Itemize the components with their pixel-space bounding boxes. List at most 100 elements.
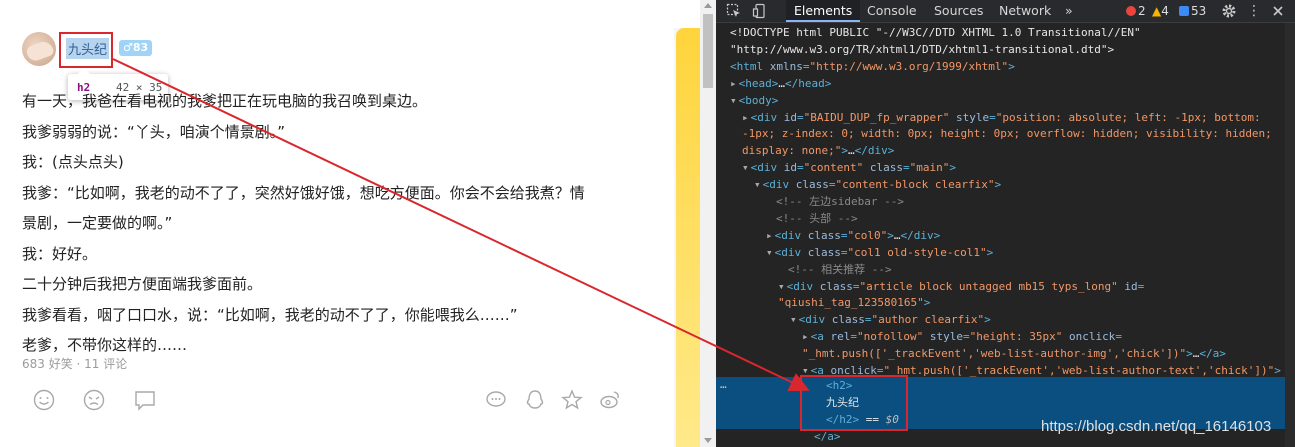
content-line: 我爹看看，咽了口口水，说：“比如啊，我老的动不了了，你能喂我么……” — [22, 305, 518, 324]
dom-token: "qiushi_tag_123580165" — [778, 296, 924, 310]
dom-token: id — [1117, 279, 1138, 293]
dom-token: </div> — [900, 228, 941, 242]
tab-network[interactable]: Network — [991, 0, 1059, 22]
dom-token: <a — [810, 330, 831, 344]
devtools-scrollbar[interactable] — [1285, 23, 1295, 447]
dom-tree-line[interactable]: "http://www.w3.org/TR/xhtml1/DTD/xhtml1-… — [730, 42, 1114, 59]
tab-sources[interactable]: Sources — [926, 0, 991, 22]
tab-elements[interactable]: Elements — [786, 0, 861, 22]
dom-tree-line[interactable]: ▾ <div id="content" class="main"> — [742, 160, 956, 177]
device-toolbar-icon[interactable] — [752, 3, 768, 19]
dom-token: id — [783, 110, 797, 124]
dom-tree-line[interactable]: <!DOCTYPE html PUBLIC "-//W3C//DTD XHTML… — [730, 25, 1141, 42]
avatar-hand-image — [25, 39, 55, 63]
dom-token: "content-block clearfix" — [835, 178, 995, 192]
scroll-down-arrow-icon[interactable] — [704, 438, 712, 443]
dom-token: <html — [730, 59, 770, 73]
dom-tree-line[interactable]: ▸ <a rel="nofollow" style="height: 35px" … — [802, 329, 1122, 346]
comment-icon[interactable] — [134, 389, 156, 411]
dom-tree-line[interactable]: <!-- 头部 --> — [776, 211, 858, 228]
scroll-up-arrow-icon[interactable] — [704, 3, 712, 8]
expand-toggle-icon[interactable]: ▾ — [790, 313, 797, 326]
expand-toggle-icon[interactable]: ▾ — [766, 246, 773, 259]
settings-gear-icon[interactable] — [1221, 3, 1237, 19]
dom-token: "article block untagged mb15 typs_long" — [859, 279, 1118, 293]
smile-icon[interactable] — [33, 389, 55, 411]
dom-tree-line[interactable]: "_hmt.push(['_trackEvent','web-list-auth… — [802, 346, 1226, 363]
author-avatar[interactable] — [22, 32, 56, 66]
chat-icon[interactable] — [485, 389, 507, 411]
content-line: 有一天，我爸在看电视的我爹把正在玩电脑的我召唤到桌边。 — [22, 92, 428, 110]
dom-tree-line[interactable]: ▾ <div class="author clearfix"> — [790, 312, 991, 329]
dom-token: > — [1274, 364, 1281, 377]
dom-token: <div — [798, 313, 832, 327]
dom-tree-line[interactable]: ▾ <div class="col1 old-style-col1"> — [766, 245, 993, 262]
dom-tree-line[interactable]: ▸ <head>…</head> — [730, 76, 831, 93]
tab-console[interactable]: Console — [859, 0, 925, 22]
dom-tree-line[interactable]: "qiushi_tag_123580165"> — [778, 295, 930, 312]
dom-token: "content" — [803, 161, 864, 175]
scroll-thumb[interactable] — [703, 14, 713, 88]
expand-toggle-icon[interactable]: ▾ — [754, 178, 761, 191]
dom-token: </a> — [1199, 347, 1226, 361]
expand-toggle-icon[interactable]: ▸ — [742, 111, 749, 124]
expand-toggle-icon[interactable]: ▾ — [742, 161, 749, 174]
content-line: 我爹：“比如啊，我老的动不了了，突然好饿好饿，想吃方便面。你会不会给我煮？情 — [22, 183, 585, 202]
dom-token: style — [923, 330, 963, 344]
dom-token: = — [852, 279, 860, 293]
dom-token: <!DOCTYPE html PUBLIC "-//W3C//DTD XHTML… — [730, 26, 1141, 39]
dom-tree-line[interactable]: ▾ <div class="article block untagged mb15… — [778, 279, 1144, 296]
dom-token: > — [841, 144, 848, 158]
annotation-box-h2-node — [800, 375, 908, 431]
dom-token: class — [819, 279, 853, 293]
dom-token: rel — [830, 330, 851, 344]
dom-tree-line[interactable]: <html xmlns="http://www.w3.org/1999/xhtm… — [730, 59, 1015, 76]
sidebar-ad — [674, 28, 700, 447]
expand-toggle-icon[interactable]: ▾ — [730, 94, 737, 107]
dom-token: <head> — [738, 76, 779, 90]
qq-icon[interactable] — [524, 389, 546, 411]
expand-toggle-icon[interactable]: ▸ — [802, 330, 809, 343]
dom-tree-line[interactable]: ▾ <body> — [730, 93, 778, 110]
message-icon — [1179, 6, 1189, 16]
dom-token: <div — [750, 161, 784, 175]
expand-toggle-icon[interactable]: ▸ — [766, 229, 773, 242]
dom-token: style — [949, 110, 990, 124]
more-tabs-button[interactable]: » — [1057, 0, 1081, 22]
expand-toggle-icon[interactable]: ▸ — [730, 77, 737, 90]
inspect-element-icon[interactable] — [726, 3, 742, 19]
error-count[interactable]: 2 — [1126, 3, 1146, 19]
dom-token: > — [887, 228, 894, 242]
warning-count[interactable]: ▲4 — [1152, 3, 1169, 19]
annotation-box-author — [59, 32, 113, 68]
weibo-icon[interactable] — [599, 389, 621, 411]
dom-token: = — [1137, 279, 1145, 293]
dom-tree-line[interactable]: -1px; z-index: 0; width: 0px; height: 0p… — [742, 126, 1272, 143]
page-scrollbar[interactable] — [700, 0, 716, 447]
dom-tree-line[interactable]: <!-- 相关推荐 --> — [788, 262, 892, 279]
dom-token: > — [923, 296, 931, 310]
dom-token: id — [783, 161, 797, 175]
sad-icon[interactable] — [83, 389, 105, 411]
content-line: 我：(点头点头) — [22, 153, 124, 171]
dom-token: = — [989, 110, 996, 124]
message-count[interactable]: 53 — [1179, 3, 1206, 19]
dom-tree-line[interactable]: <!-- 左边sidebar --> — [776, 194, 904, 211]
dom-tree-line[interactable]: ▸ <div id="BAIDU_DUP_fp_wrapper" style="p… — [742, 110, 1261, 127]
dom-tree-line[interactable]: </a> — [814, 429, 841, 446]
dom-token: > — [949, 161, 956, 175]
dom-tree-line[interactable]: ▸ <div class="col0">…</div> — [766, 228, 940, 245]
dom-tree-line[interactable]: ▾ <div class="content-block clearfix"> — [754, 177, 1001, 194]
more-options-icon[interactable]: ⋮ — [1246, 3, 1262, 19]
close-icon[interactable] — [1270, 3, 1286, 19]
dom-token: … — [893, 228, 901, 242]
dom-tree-line[interactable]: display: none;">…</div> — [742, 143, 894, 160]
dom-token: class — [807, 228, 841, 242]
dom-token: -1px; z-index: 0; width: 0px; height: 0p… — [742, 127, 1272, 141]
ad-banner — [676, 28, 700, 447]
dom-token: = — [797, 110, 804, 124]
star-icon[interactable] — [561, 389, 583, 411]
error-icon — [1126, 6, 1136, 16]
dom-token: = — [902, 161, 910, 175]
expand-toggle-icon[interactable]: ▾ — [778, 280, 785, 293]
